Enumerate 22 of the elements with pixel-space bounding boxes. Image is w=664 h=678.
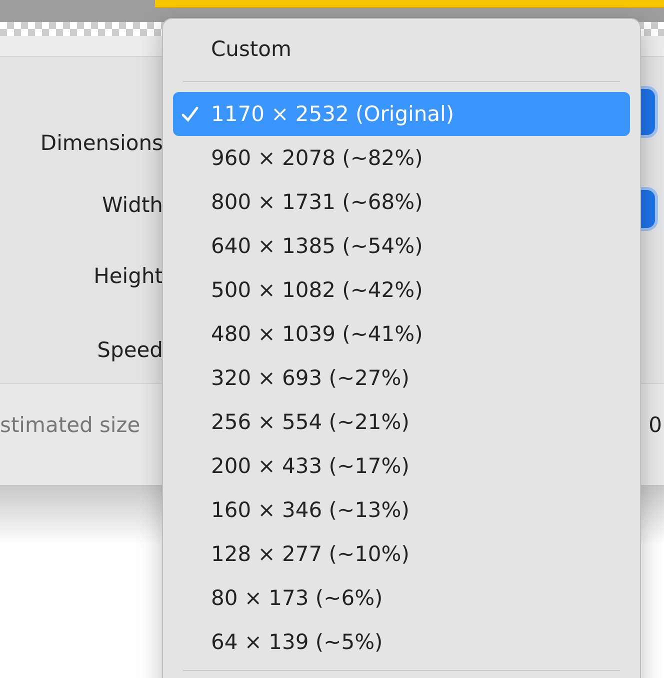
menu-item[interactable]: 128 × 277 (~10%) <box>173 532 630 576</box>
checkmark-icon <box>181 105 199 123</box>
field-label: Dimensions <box>39 131 163 155</box>
menu-item[interactable]: 960 × 2078 (~82%) <box>173 136 630 180</box>
menu-item[interactable]: 480 × 1039 (~41%) <box>173 312 630 356</box>
menu-item[interactable]: 160 × 346 (~13%) <box>173 488 630 532</box>
estimated-size-value: 0 <box>648 412 662 436</box>
menu-item[interactable]: 256 × 554 (~21%) <box>173 400 630 444</box>
field-label: Width <box>100 193 163 217</box>
field-label: Speed <box>96 338 163 362</box>
menu-item[interactable]: 200 × 433 (~17%) <box>173 444 630 488</box>
popup-button[interactable] <box>641 190 655 228</box>
menu-item[interactable]: 800 × 1731 (~68%) <box>173 180 630 224</box>
popup-button[interactable] <box>641 89 655 135</box>
menu-item[interactable]: 80 × 173 (~6%) <box>173 576 630 620</box>
field-label: Height <box>92 264 163 288</box>
menu-item[interactable]: 64 × 139 (~5%) <box>173 620 630 664</box>
menu-item[interactable]: 640 × 1385 (~54%) <box>173 224 630 268</box>
estimated-size-label: stimated size <box>0 412 140 436</box>
menu-item[interactable]: 320 × 693 (~27%) <box>173 356 630 400</box>
menu-item[interactable]: 500 × 1082 (~42%) <box>173 268 630 312</box>
menu-item[interactable]: Custom <box>173 29 630 75</box>
